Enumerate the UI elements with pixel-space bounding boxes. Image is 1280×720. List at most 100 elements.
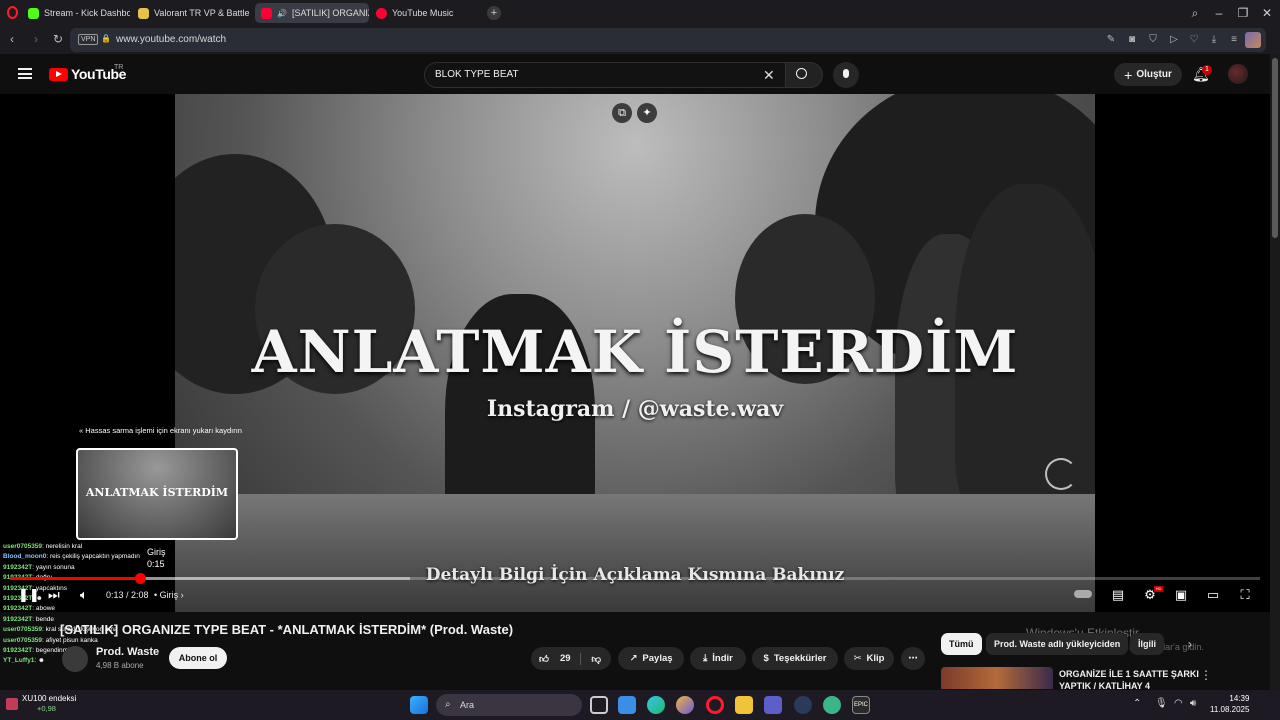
- shield-icon[interactable]: ⛉: [1146, 33, 1160, 47]
- chip-related[interactable]: İlgili: [1130, 633, 1164, 655]
- more-actions-button[interactable]: ⋯: [901, 647, 925, 670]
- minimize-button[interactable]: –: [1210, 4, 1228, 22]
- tab-kick-dashboard[interactable]: Stream - Kick Dashboard: [22, 3, 130, 23]
- subtitles-icon[interactable]: ▤: [1110, 588, 1126, 602]
- url-text[interactable]: www.youtube.com/watch: [116, 34, 226, 45]
- maximize-button[interactable]: ❐: [1234, 4, 1252, 22]
- stock-widget-title[interactable]: XU100 endeksi: [22, 694, 76, 704]
- thanks-button[interactable]: $ Teşekkürler: [752, 647, 838, 670]
- autoplay-toggle[interactable]: [1073, 588, 1093, 602]
- dislike-icon[interactable]: 👎︎: [580, 652, 601, 665]
- edit-icon[interactable]: ✎: [1104, 33, 1118, 47]
- recommended-thumbnail[interactable]: [941, 667, 1053, 689]
- youtube-logo-icon[interactable]: [49, 68, 68, 81]
- subscribe-button[interactable]: Abone ol: [169, 647, 227, 669]
- chat-message: user0705359: nerelisin kral: [3, 542, 173, 552]
- tab-valorant[interactable]: Valorant TR VP & Battle Pa: [132, 3, 250, 23]
- chapter-button[interactable]: • Giriş ›: [154, 590, 184, 600]
- globe-app-icon[interactable]: [823, 696, 841, 714]
- windows-start-icon[interactable]: [410, 696, 428, 714]
- hamburger-menu-icon[interactable]: [18, 68, 32, 79]
- copilot-icon[interactable]: [676, 696, 694, 714]
- file-explorer-icon[interactable]: [735, 696, 753, 714]
- fullscreen-icon[interactable]: ⛶: [1237, 588, 1253, 602]
- play-pause-icon[interactable]: ❚❚: [18, 587, 40, 603]
- scrollbar-thumb[interactable]: [1272, 58, 1278, 238]
- tab-youtube-music[interactable]: YouTube Music: [370, 3, 484, 23]
- download-icon[interactable]: ⤓: [1207, 33, 1221, 47]
- teams-icon[interactable]: [764, 696, 782, 714]
- clock-date: 11.08.2025: [1210, 705, 1250, 714]
- clear-search-icon[interactable]: ✕: [763, 67, 775, 84]
- progress-bar[interactable]: [10, 573, 1260, 584]
- account-avatar[interactable]: [1228, 64, 1248, 84]
- reload-icon[interactable]: ↻: [51, 32, 65, 46]
- opera-logo-icon[interactable]: [7, 6, 18, 19]
- search-tabs-icon[interactable]: ⌕: [1186, 4, 1204, 22]
- chat-username: 9192342T: [3, 647, 33, 655]
- chips-next-icon[interactable]: ›: [1188, 637, 1192, 651]
- menu-icon[interactable]: ≡: [1227, 33, 1241, 47]
- search-value[interactable]: BLOK TYPE BEAT: [435, 69, 519, 80]
- address-bar[interactable]: VPN 🔒 www.youtube.com/watch ✎ ◙ ⛉ ▷ ♡ ⤓ …: [70, 28, 1266, 52]
- opera-taskbar-icon[interactable]: [706, 696, 724, 714]
- chip-from-uploader[interactable]: Prod. Waste adlı yükleyiciden: [986, 633, 1129, 655]
- task-view-icon[interactable]: [590, 696, 608, 714]
- chip-all[interactable]: Tümü: [941, 633, 982, 655]
- plus-icon: +: [1124, 66, 1133, 83]
- close-window-button[interactable]: ✕: [1258, 4, 1276, 22]
- stock-widget-value: +0,98: [37, 704, 56, 713]
- chat-username: Blood_moon0: [3, 553, 47, 561]
- search-input[interactable]: BLOK TYPE BEAT ✕: [424, 62, 786, 88]
- voice-search-button[interactable]: [833, 62, 859, 88]
- play-icon[interactable]: ▷: [1167, 33, 1181, 47]
- scrubber-knob[interactable]: [135, 573, 146, 584]
- miniplayer-icon[interactable]: ▣: [1173, 588, 1189, 602]
- camera-icon[interactable]: ◙: [1125, 33, 1139, 47]
- new-tab-button[interactable]: +: [487, 6, 501, 20]
- like-button[interactable]: 👍︎ 29 👎︎: [531, 647, 611, 670]
- tab-current-video[interactable]: 🔊 [SATILIK] ORGANIZE T: [255, 3, 369, 23]
- video-frame[interactable]: ANLATMAK İSTERDİM Instagram / @waste.wav…: [175, 94, 1095, 612]
- like-count: 29: [559, 653, 571, 664]
- tray-mic-icon[interactable]: 🎙︎: [1155, 698, 1168, 709]
- tray-overflow-icon[interactable]: ⌃: [1133, 698, 1141, 709]
- vpn-badge[interactable]: VPN: [78, 34, 99, 45]
- recommended-title[interactable]: ORGANİZE İLE 1 SAATTE ŞARKI YAPTIK / KAT…: [1059, 668, 1199, 692]
- wifi-icon[interactable]: ◠: [1174, 698, 1183, 709]
- sparkle-icon[interactable]: ✦: [637, 103, 657, 123]
- page-scrollbar[interactable]: [1270, 54, 1280, 690]
- channel-avatar[interactable]: [62, 646, 88, 672]
- back-icon[interactable]: ‹: [5, 32, 19, 46]
- share-button[interactable]: ↗ Paylaş: [618, 647, 684, 670]
- chat-username: 9192342T: [3, 615, 33, 623]
- create-label: Oluştur: [1136, 69, 1172, 80]
- create-button[interactable]: + Oluştur: [1114, 63, 1182, 86]
- taskbar-search[interactable]: ⌕ Ara: [436, 694, 582, 716]
- profile-icon[interactable]: [1245, 32, 1261, 48]
- video-player[interactable]: ANLATMAK İSTERDİM Instagram / @waste.wav…: [0, 94, 1270, 664]
- tray-volume-icon[interactable]: 🔊︎: [1190, 698, 1196, 709]
- forward-icon[interactable]: ›: [29, 32, 43, 46]
- next-icon[interactable]: ⏭︎: [48, 587, 60, 603]
- search-button[interactable]: [785, 62, 823, 88]
- clip-button[interactable]: ✂ Klip: [844, 647, 894, 670]
- chat-message: YT_Luffy1: ☻: [3, 656, 173, 666]
- miniplayer-copy-icon[interactable]: ⧉: [612, 103, 632, 123]
- video-footer-overlay: Detaylı Bilgi İçin Açıklama Kısmına Bakı…: [425, 565, 845, 585]
- epic-games-icon[interactable]: EPIC: [852, 696, 870, 714]
- recommended-more-icon[interactable]: ⋮: [1200, 668, 1212, 682]
- download-button[interactable]: ⤓ İndir: [690, 647, 746, 670]
- taskbar-clock[interactable]: 14:39 11.08.2025: [1210, 693, 1249, 715]
- youtube-header: YouTube TR BLOK TYPE BEAT ✕ + Oluştur 🔔︎…: [0, 54, 1270, 94]
- store-icon[interactable]: [618, 696, 636, 714]
- volume-icon[interactable]: 🔈︎: [80, 587, 88, 603]
- stock-widget-icon[interactable]: [6, 698, 18, 710]
- edge-icon[interactable]: [647, 696, 665, 714]
- theater-mode-icon[interactable]: ▭: [1205, 588, 1221, 602]
- channel-name[interactable]: Prod. Waste: [96, 646, 159, 658]
- lock-icon[interactable]: 🔒: [101, 34, 111, 43]
- heart-icon[interactable]: ♡: [1187, 33, 1201, 47]
- chat-text: : afiyet pisun kanka: [42, 636, 98, 644]
- steam-icon[interactable]: [794, 696, 812, 714]
